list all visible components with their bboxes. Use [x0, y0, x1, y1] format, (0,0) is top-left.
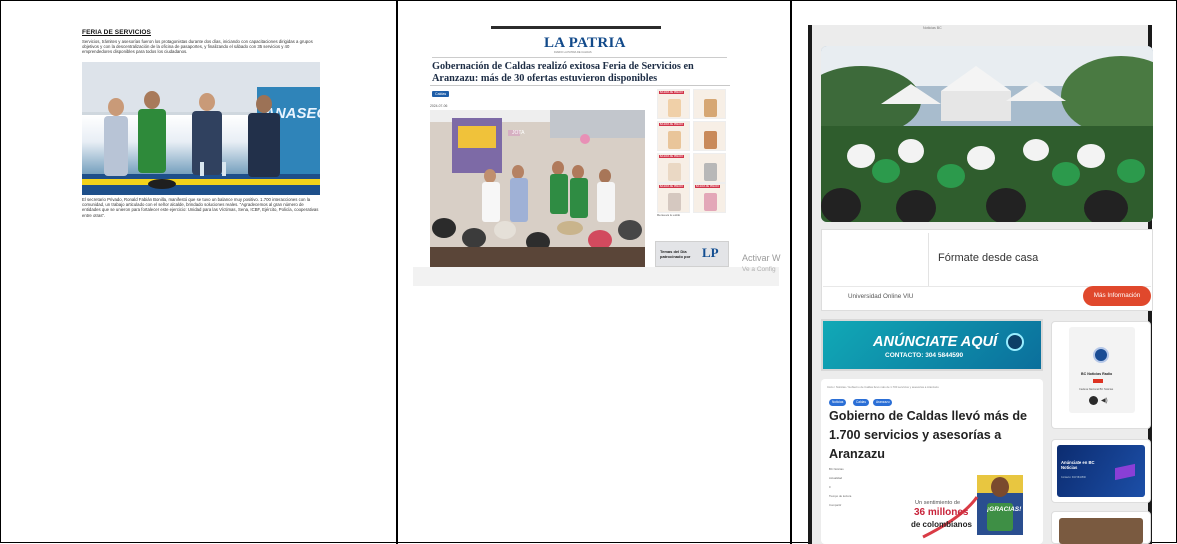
ad-item[interactable]: BAJADA DE PRECIO [657, 183, 690, 213]
breadcrumb[interactable]: Inicio / Noticias / Gobierno de Caldas l… [827, 385, 1027, 389]
comment-count: 0 [829, 485, 831, 489]
temas-line-2: patrocinado por [660, 254, 691, 259]
image-text-line: Un sentimiento de [915, 500, 961, 506]
crowd-photo-illustration: JOTA [430, 110, 645, 267]
ad-item[interactable]: BAJADA DE PRECIO [693, 183, 726, 213]
column-divider [396, 1, 398, 544]
panel-bc-noticias: Noticias BC Fórmate desde casa Universid… [793, 1, 1177, 544]
body-paragraph: Servicios, trámites y asesorías fueron l… [82, 39, 313, 55]
perfume-bottle-icon [668, 99, 681, 117]
promo-title: Anúnciate en BC Noticias [1061, 460, 1095, 470]
divider [432, 57, 727, 58]
play-button-icon[interactable] [1089, 396, 1098, 405]
panel-la-patria: LA PATRIA DIARIO LA PATRIA DE CALDAS Gob… [399, 1, 791, 544]
top-navigation[interactable]: Noticias BC [923, 26, 942, 30]
ad-item[interactable] [693, 153, 726, 183]
image-text-highlight: 36 millones [914, 507, 969, 518]
article-tag[interactable]: Caldas [853, 399, 869, 406]
ad-badge: BAJADA DE PRECIO [695, 185, 720, 188]
ad-item[interactable]: BAJADA DE PRECIO [657, 121, 690, 151]
photo-banner-text: JOTA [512, 130, 525, 136]
category[interactable]: Actualidad [829, 476, 889, 485]
live-badge-icon [1093, 379, 1103, 383]
la-patria-logo[interactable]: LA PATRIA [544, 35, 626, 52]
sidebar-thumbnail[interactable] [1059, 518, 1143, 544]
image-text-line: de colombianos [911, 520, 972, 529]
article-headline: Gobernación de Caldas realizó exitosa Fe… [432, 61, 694, 84]
ad-badge: BAJADA DE PRECIO [659, 185, 684, 188]
perfume-bottle-icon [704, 99, 717, 117]
ad-badge: BAJADA DE PRECIO [659, 123, 684, 126]
article-title: Gobierno de Caldas llevó más de 1.700 se… [829, 409, 1028, 461]
share-label[interactable]: Compartir [829, 503, 889, 512]
ad-item[interactable]: BAJADA DE PRECIO [657, 153, 690, 183]
temas-del-dia-box[interactable]: Temas del Día patrocinado por LP [655, 241, 729, 267]
hero-photo [821, 46, 1153, 222]
image-text-gracias: ¡GRACIAS! [987, 506, 1022, 513]
ad-item[interactable]: BAJADA DE PRECIO [657, 89, 690, 119]
radio-logo-icon [1093, 347, 1109, 363]
ad-advertiser[interactable]: Universidad Online VIU [848, 293, 913, 300]
document-sheet: FERIA DE SERVICIOS Servicios, trámites y… [0, 0, 1177, 544]
divider [430, 85, 730, 86]
bc-logo-icon [1006, 333, 1024, 351]
banner-title: ANÚNCIATE AQUÍ [873, 334, 998, 350]
article-photo: JOTA [430, 110, 645, 267]
perfume-bottle-icon [704, 131, 717, 149]
article-tag[interactable]: Noticias [829, 399, 847, 406]
logo-subtitle: DIARIO LA PATRIA DE CALDAS [554, 51, 592, 54]
perfume-bottle-icon [668, 163, 681, 181]
ad-item[interactable] [693, 89, 726, 119]
outdoor-event-illustration [821, 46, 1153, 222]
event-photo-illustration: ANASECO [82, 62, 320, 195]
article-date: 2024-07-06 [430, 104, 448, 108]
ad-caption[interactable]: Renueva tu estilo [657, 213, 717, 217]
banner-contact: CONTACTO: 304 5844590 [885, 352, 964, 359]
event-photo: ANASECO [82, 62, 320, 195]
article-meta: BC Noticias Actualidad 0 Tiempo de lectu… [829, 467, 889, 512]
ad-badge: BAJADA DE PRECIO [659, 155, 684, 158]
promo-subtitle: Contacto: 304 5844590 [1061, 476, 1086, 479]
volume-icon[interactable]: ◀) [1101, 397, 1108, 404]
section-heading: FERIA DE SERVICIOS [82, 29, 151, 36]
article-tag[interactable]: Aranzazu [873, 399, 893, 406]
lp-logo-icon: LP [702, 245, 719, 260]
category-tag[interactable]: Caldas [432, 91, 450, 97]
radio-subtitle: Cadena Nacional BC Noticias [1079, 388, 1114, 391]
radio-name: BC Noticias Radio [1081, 372, 1113, 376]
panel-press-release: FERIA DE SERVICIOS Servicios, trámites y… [3, 1, 396, 544]
perfume-ad-grid[interactable]: BAJADA DE PRECIO BAJADA DE PRECIO BAJADA… [655, 87, 729, 217]
author[interactable]: BC Noticias [829, 467, 889, 476]
windows-activation-text: Activar W [742, 253, 781, 263]
page-footer-strip [413, 267, 779, 286]
ad-item[interactable] [693, 121, 726, 151]
top-bar [491, 26, 661, 29]
photo-caption: El secretario Privado, Ronald Fabián Bon… [82, 197, 319, 218]
reading-time: Tiempo de lectura [829, 494, 852, 498]
perfume-bottle-icon [668, 193, 681, 211]
more-info-button[interactable]: Más Información [1083, 286, 1151, 306]
perfume-bottle-icon [668, 131, 681, 149]
ad-divider [928, 233, 929, 287]
sneaker-icon [704, 193, 717, 211]
temas-label: Temas del Día patrocinado por [660, 249, 690, 259]
windows-activation-subtext: Ve a Config [742, 266, 776, 273]
ad-title[interactable]: Fórmate desde casa [938, 252, 1038, 264]
perfume-bottle-icon [704, 163, 717, 181]
ad-badge: BAJADA DE PRECIO [659, 91, 684, 94]
